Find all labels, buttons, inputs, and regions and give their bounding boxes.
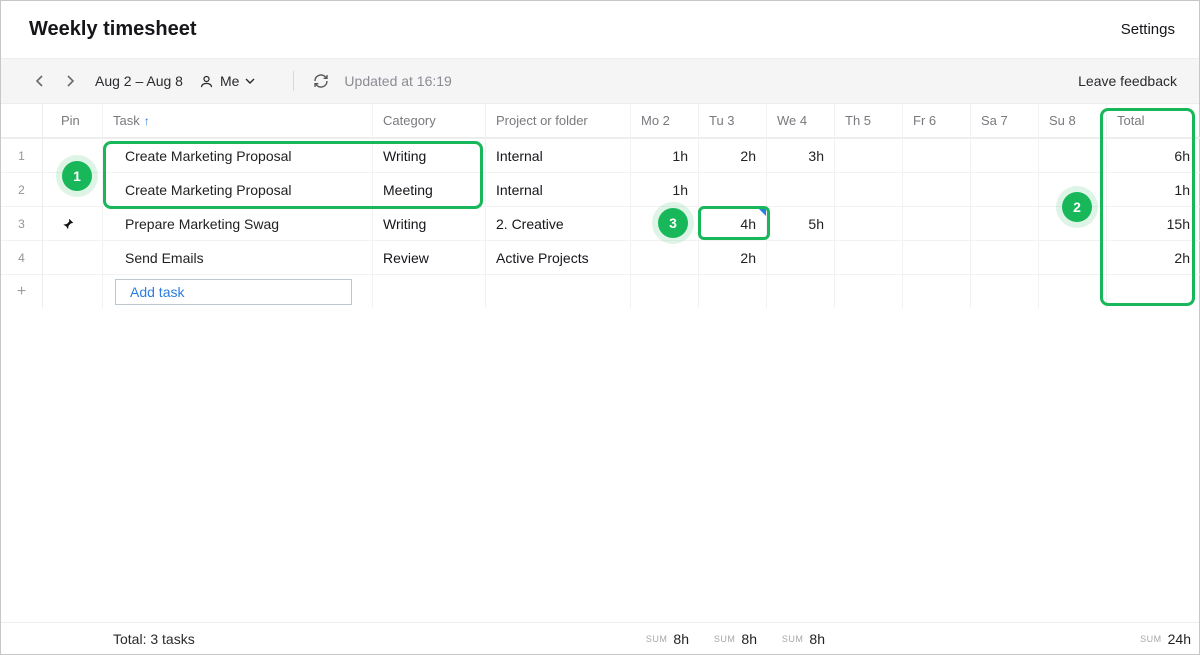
footer-sum-1: SUM8h	[699, 631, 767, 647]
callout-badge-2: 2	[1062, 192, 1092, 222]
col-day-2[interactable]: We 4	[767, 104, 835, 138]
hours-cell[interactable]	[835, 240, 903, 274]
col-day-6[interactable]: Su 8	[1039, 104, 1107, 138]
hours-cell[interactable]: 4h	[699, 206, 767, 240]
next-week-button[interactable]	[61, 72, 79, 90]
hours-cell[interactable]	[699, 172, 767, 206]
leave-feedback-link[interactable]: Leave feedback	[1078, 73, 1177, 89]
hours-cell[interactable]	[1039, 240, 1107, 274]
footer-grand-total: SUM24h	[1107, 631, 1200, 647]
total-cell: 6h	[1107, 138, 1200, 172]
hours-cell[interactable]	[767, 172, 835, 206]
hours-cell[interactable]: 1h	[631, 138, 699, 172]
project-cell[interactable]: Internal	[486, 138, 631, 172]
category-cell[interactable]: Review	[373, 240, 486, 274]
add-task-row: + Add task	[1, 274, 1199, 308]
task-cell[interactable]: Create Marketing Proposal	[103, 172, 373, 206]
col-project[interactable]: Project or folder	[486, 104, 631, 138]
hours-cell[interactable]	[971, 138, 1039, 172]
refresh-icon	[313, 73, 329, 89]
row-number: 2	[1, 172, 43, 206]
category-cell[interactable]: Meeting	[373, 172, 486, 206]
cell-note-indicator	[757, 207, 766, 216]
daterange-picker[interactable]: Aug 2 – Aug 8	[95, 73, 183, 89]
user-picker[interactable]: Me	[199, 73, 255, 89]
prev-week-button[interactable]	[31, 72, 49, 90]
hours-cell[interactable]: 2h	[699, 138, 767, 172]
add-task-input[interactable]: Add task	[103, 274, 373, 308]
total-cell: 2h	[1107, 240, 1200, 274]
row-number: 3	[1, 206, 43, 240]
summary-footer: Total: 3 tasks SUM8h SUM8h SUM8h SUM24h	[1, 622, 1199, 654]
sort-ascending-icon: ↑	[144, 114, 150, 128]
hours-cell[interactable]	[903, 172, 971, 206]
hours-cell[interactable]	[971, 172, 1039, 206]
col-pin[interactable]: Pin	[43, 104, 103, 138]
add-row-button[interactable]: +	[1, 274, 43, 308]
pin-icon	[61, 217, 75, 231]
callout-badge-3: 3	[658, 208, 688, 238]
hours-cell[interactable]	[903, 240, 971, 274]
col-day-0[interactable]: Mo 2	[631, 104, 699, 138]
task-cell[interactable]: Create Marketing Proposal	[103, 138, 373, 172]
row-number: 4	[1, 240, 43, 274]
col-category[interactable]: Category	[373, 104, 486, 138]
category-cell[interactable]: Writing	[373, 206, 486, 240]
hours-cell[interactable]: 1h	[631, 172, 699, 206]
hours-cell[interactable]: 5h	[767, 206, 835, 240]
hours-cell[interactable]	[767, 240, 835, 274]
chevron-down-icon	[245, 76, 255, 86]
footer-sum-0: SUM8h	[631, 631, 699, 647]
toolbar-divider	[293, 71, 294, 91]
user-label: Me	[220, 73, 239, 89]
hours-cell[interactable]	[971, 240, 1039, 274]
project-cell[interactable]: Internal	[486, 172, 631, 206]
col-total[interactable]: Total	[1107, 104, 1200, 138]
page-title: Weekly timesheet	[29, 18, 197, 41]
col-day-1[interactable]: Tu 3	[699, 104, 767, 138]
timesheet-grid: Pin Task ↑ Category Project or folder Mo…	[1, 104, 1199, 308]
task-cell[interactable]: Send Emails	[103, 240, 373, 274]
project-cell[interactable]: 2. Creative	[486, 206, 631, 240]
updated-at-label: Updated at 16:19	[344, 73, 451, 89]
grid-header: Pin Task ↑ Category Project or folder Mo…	[1, 104, 1199, 138]
hours-cell[interactable]	[631, 240, 699, 274]
total-cell: 15h	[1107, 206, 1200, 240]
col-task[interactable]: Task ↑	[103, 104, 373, 138]
footer-sum-2: SUM8h	[767, 631, 835, 647]
pin-cell[interactable]	[43, 240, 103, 274]
col-day-4[interactable]: Fr 6	[903, 104, 971, 138]
row-number: 1	[1, 138, 43, 172]
settings-link[interactable]: Settings	[1121, 21, 1175, 38]
add-task-placeholder: Add task	[130, 284, 184, 300]
total-cell: 1h	[1107, 172, 1200, 206]
table-row: 1 Create Marketing Proposal Writing Inte…	[1, 138, 1199, 172]
hours-cell[interactable]: 2h	[699, 240, 767, 274]
hours-cell[interactable]	[835, 206, 903, 240]
hours-cell[interactable]	[1039, 138, 1107, 172]
hours-cell[interactable]	[835, 138, 903, 172]
callout-badge-1: 1	[62, 161, 92, 191]
hours-cell[interactable]	[903, 206, 971, 240]
toolbar: Aug 2 – Aug 8 Me Updated at 16:19 Leave …	[1, 58, 1199, 104]
refresh-button[interactable]	[312, 72, 330, 90]
hours-cell[interactable]	[971, 206, 1039, 240]
col-day-3[interactable]: Th 5	[835, 104, 903, 138]
table-row: 2 Create Marketing Proposal Meeting Inte…	[1, 172, 1199, 206]
person-icon	[199, 74, 214, 89]
table-row: 4 Send Emails Review Active Projects 2h …	[1, 240, 1199, 274]
task-cell[interactable]: Prepare Marketing Swag	[103, 206, 373, 240]
table-row: 3 Prepare Marketing Swag Writing 2. Crea…	[1, 206, 1199, 240]
col-day-5[interactable]: Sa 7	[971, 104, 1039, 138]
category-cell[interactable]: Writing	[373, 138, 486, 172]
hours-cell[interactable]	[835, 172, 903, 206]
pin-cell[interactable]	[43, 206, 103, 240]
footer-total-label: Total: 3 tasks	[103, 631, 373, 647]
hours-cell[interactable]	[903, 138, 971, 172]
project-cell[interactable]: Active Projects	[486, 240, 631, 274]
hours-cell[interactable]: 3h	[767, 138, 835, 172]
